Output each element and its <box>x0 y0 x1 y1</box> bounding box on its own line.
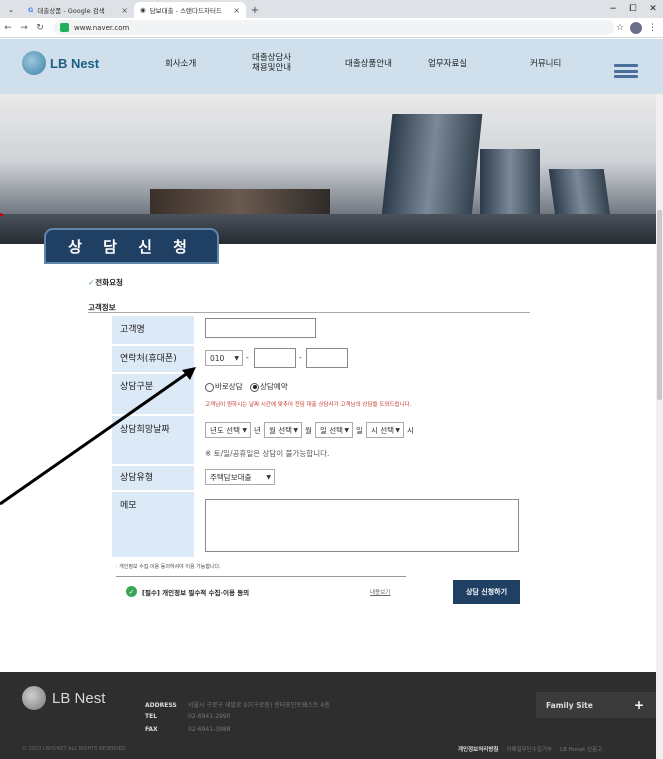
hero-image <box>0 94 656 244</box>
privacy-note: · 개인정보 수집·이용 동의하셔야 이용 가능합니다. <box>116 564 221 570</box>
complaint-link[interactable]: LB Hunet 신문고 <box>560 745 602 753</box>
logo-mark-icon <box>22 686 46 710</box>
view-terms-link[interactable]: 내용보기 <box>370 588 390 596</box>
privacy-policy-link[interactable]: 개인정보처리방침 <box>458 745 498 753</box>
menu-dots-icon[interactable]: ⋮ <box>648 23 657 33</box>
footer-address: ADDRESS 서울시 구로구 새말로 97(구로동) 센터포인트웨스트 4층 <box>145 702 330 709</box>
name-input[interactable] <box>205 318 316 338</box>
divider <box>116 576 406 577</box>
close-window-button[interactable]: ✕ <box>643 0 663 18</box>
tab-google-search[interactable]: G 대출상품 - Google 검색 × <box>22 2 134 18</box>
nav-community[interactable]: 커뮤니티 <box>530 59 561 70</box>
nav-recruit[interactable]: 대출상담사 채용및안내 <box>252 53 291 74</box>
radio-selected-icon[interactable] <box>250 382 259 392</box>
footer-fax: FAX 02-6941-3988 <box>145 726 231 733</box>
privacy-agree-checkbox[interactable]: ✓ [필수] 개인정보 필수적 수집·이용 동의 <box>126 586 249 597</box>
chevron-down-icon: ▼ <box>234 354 239 362</box>
reload-icon[interactable]: ↻ <box>32 20 48 36</box>
minimize-button[interactable]: − <box>603 0 623 18</box>
nav-products[interactable]: 대출상품안내 <box>345 59 392 70</box>
scrollbar-thumb[interactable] <box>657 210 662 400</box>
submit-button[interactable]: 상담 신청하기 <box>453 580 520 604</box>
site-logo[interactable]: LB Nest <box>22 51 99 75</box>
chevron-down-icon: ▼ <box>344 426 349 434</box>
footer-tel: TEL 02-6941-2990 <box>145 713 231 720</box>
consult-type-label: 상담구분 <box>112 374 194 414</box>
back-icon[interactable]: ← <box>0 20 16 36</box>
google-icon: G <box>28 6 34 14</box>
email-policy-link[interactable]: 이메일무단수집거부 <box>506 745 552 753</box>
browser-tab-bar: ⌄ G 대출상품 - Google 검색 × ◉ 담보대출 - 스탠다드차터드 … <box>0 0 663 18</box>
maximize-button[interactable]: ⧠ <box>623 0 643 18</box>
forward-icon[interactable]: → <box>16 20 32 36</box>
chevron-down-icon: ▼ <box>242 426 247 434</box>
new-tab-button[interactable]: + <box>246 2 264 18</box>
radio-icon[interactable] <box>205 382 214 392</box>
hour-select[interactable]: 시 선택 ▼ <box>366 422 404 438</box>
url-input[interactable]: www.naver.com <box>54 20 614 35</box>
phone-label: 연락처(휴대폰) <box>112 346 194 372</box>
nav-resources[interactable]: 업무자료실 <box>428 59 467 70</box>
bookmark-star-icon[interactable]: ☆ <box>616 23 624 33</box>
consult-note: 고객님이 원하시는 날짜 시간에 맞추어 전담 대출 상담사가 고객님의 상담을… <box>205 402 412 408</box>
copyright: © 2023 LBHUNET ALL RIGHTS RESERVED <box>22 746 126 752</box>
memo-label: 메모 <box>112 492 194 557</box>
phone-middle-input[interactable] <box>254 348 296 368</box>
memo-textarea[interactable] <box>205 499 519 552</box>
radio-reservation[interactable]: 상담예약 <box>250 381 288 392</box>
chevron-down-icon: ▼ <box>395 426 400 434</box>
address-bar: ← → ↻ www.naver.com ☆ ⋮ <box>0 18 663 38</box>
footer-links: 개인정보처리방침 이메일무단수집거부 LB Hunet 신문고 <box>458 745 602 753</box>
page-title: 상 담 신 청 <box>44 228 219 264</box>
footer-logo: LB Nest <box>22 686 105 710</box>
red-arrow-marker: ▸ <box>0 210 5 219</box>
scrollbar-track[interactable] <box>656 57 663 759</box>
day-select[interactable]: 일 선택 ▼ <box>315 422 353 438</box>
site-icon <box>60 23 69 32</box>
profile-avatar[interactable] <box>630 21 642 34</box>
close-tab-icon[interactable]: × <box>121 6 128 15</box>
logo-mark-icon <box>22 51 46 75</box>
url-text: www.naver.com <box>74 23 130 32</box>
check-icon: ✓ <box>88 278 95 287</box>
check-circle-icon[interactable]: ✓ <box>126 586 137 597</box>
year-select[interactable]: 년도 선택 ▼ <box>205 422 251 438</box>
phone-last-input[interactable] <box>306 348 348 368</box>
menu-hamburger-icon[interactable] <box>614 64 638 78</box>
chevron-down-icon: ▼ <box>293 426 298 434</box>
phone-request-label: ✓전화요청 <box>88 278 123 287</box>
plus-icon: + <box>633 698 644 712</box>
date-note: ※ 토/일/공휴일은 상담이 불가능합니다. <box>205 449 330 458</box>
tab-label: 대출상품 - Google 검색 <box>37 7 105 15</box>
site-footer: LB Nest ADDRESS 서울시 구로구 새말로 97(구로동) 센터포인트… <box>0 672 656 759</box>
tab-search-icon[interactable]: ⌄ <box>0 2 22 18</box>
globe-icon: ◉ <box>140 6 146 14</box>
tab-label: 담보대출 - 스탠다드차터드 <box>149 7 222 15</box>
family-site-dropdown[interactable]: Family Site + <box>536 692 656 718</box>
divider <box>88 312 530 313</box>
month-select[interactable]: 월 선택 ▼ <box>264 422 302 438</box>
tab-loan-page[interactable]: ◉ 담보대출 - 스탠다드차터드 × <box>134 2 246 18</box>
date-label: 상담희망날짜 <box>112 416 194 464</box>
consult-category-label: 상담유형 <box>112 466 194 490</box>
phone-prefix-select[interactable]: 010 ▼ <box>205 350 243 366</box>
window-controls: − ⧠ ✕ <box>603 0 663 18</box>
name-label: 고객명 <box>112 316 194 344</box>
close-tab-icon[interactable]: × <box>233 6 240 15</box>
radio-direct[interactable]: 바로상담 <box>205 381 243 392</box>
site-header: LB Nest 회사소개 대출상담사 채용및안내 대출상품안내 업무자료실 커뮤… <box>0 39 663 94</box>
chevron-down-icon: ▼ <box>266 473 271 481</box>
consult-category-select[interactable]: 주택담보대출 ▼ <box>205 469 275 485</box>
nav-company[interactable]: 회사소개 <box>165 59 196 70</box>
